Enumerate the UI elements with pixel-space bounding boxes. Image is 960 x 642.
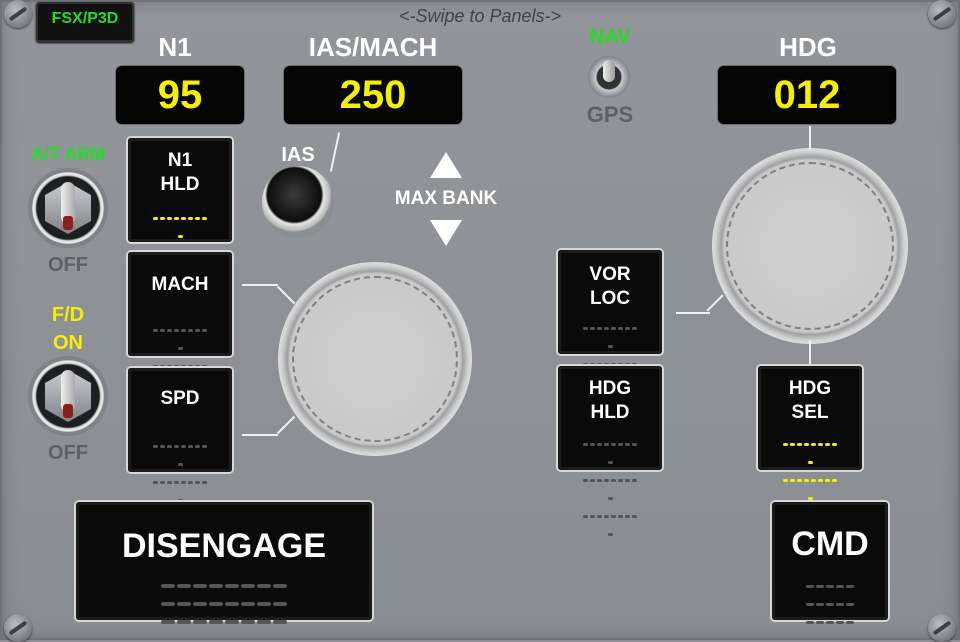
spd-button[interactable]: SPD	[128, 368, 232, 538]
screw-top-left	[4, 0, 32, 28]
screw-bottom-left	[4, 614, 32, 642]
fd-toggle[interactable]	[28, 356, 108, 436]
heading-select-knob[interactable]	[712, 148, 908, 344]
fd-off-label: OFF	[48, 442, 88, 464]
spd-label: SPD	[160, 388, 200, 409]
hdg-knob-top-line	[809, 126, 811, 150]
fd-label: F/D	[51, 304, 85, 326]
hdg-sel-button[interactable]: HDG SEL	[758, 366, 862, 536]
at-arm-toggle[interactable]	[28, 168, 108, 248]
vor-loc-leader-line	[676, 312, 710, 314]
hdg-hld-line1: HDG	[588, 378, 632, 399]
speed-select-knob[interactable]	[278, 262, 472, 456]
mach-leader-line	[242, 284, 278, 286]
vor-loc-line1: VOR	[589, 264, 631, 285]
hdg-knob-bottom-line	[809, 340, 811, 366]
max-bank-up-arrow[interactable]	[430, 152, 462, 178]
vor-loc-button[interactable]: VOR LOC	[558, 250, 662, 420]
hdg-hld-line2: HLD	[590, 402, 630, 423]
screw-top-right	[928, 0, 956, 28]
n1-hld-line2: HLD	[160, 174, 200, 195]
disengage-annunciator	[149, 576, 299, 630]
cmd-label: CMD	[791, 525, 869, 563]
ias-button-label: IAS	[281, 144, 315, 166]
swipe-hint: <-Swipe to Panels->	[398, 6, 562, 26]
cmd-button[interactable]: CMD	[772, 502, 888, 624]
nav-label: NAV	[589, 26, 631, 48]
cmd-annunciator	[799, 576, 861, 630]
vor-loc-line2: LOC	[589, 288, 631, 309]
ias-mach-display: 250	[284, 66, 462, 124]
n1-hld-line1: N1	[167, 150, 193, 171]
hdg-display: 012	[718, 66, 896, 124]
gps-label: GPS	[586, 102, 634, 127]
at-arm-off-label: OFF	[48, 254, 88, 276]
mach-label: MACH	[151, 274, 209, 295]
fd-on-label: ON	[53, 332, 83, 354]
ias-mach-label: IAS/MACH	[308, 32, 438, 62]
hdg-label: HDG	[779, 32, 837, 62]
max-bank-label: MAX BANK	[394, 188, 498, 209]
n1-display: 95	[116, 66, 244, 124]
ias-push-button[interactable]	[262, 166, 334, 238]
sim-select-label: FSX/P3D	[51, 10, 119, 27]
screw-bottom-right	[928, 614, 956, 642]
mach-button[interactable]: MACH	[128, 252, 232, 422]
nav-gps-switch[interactable]	[588, 56, 630, 98]
max-bank-down-arrow[interactable]	[430, 220, 462, 246]
spd-leader-line	[242, 434, 278, 436]
hdg-hld-button[interactable]: HDG HLD	[558, 366, 662, 536]
n1-label: N1	[158, 32, 192, 62]
hdg-hld-annunciator	[582, 434, 638, 542]
n1-hld-button[interactable]: N1 HLD	[128, 138, 232, 310]
disengage-label: DISENGAGE	[121, 527, 327, 565]
disengage-button[interactable]: DISENGAGE	[76, 502, 372, 624]
hdg-sel-line1: HDG	[788, 378, 832, 399]
hdg-sel-line2: SEL	[791, 402, 829, 423]
at-arm-label: A/T ARM	[30, 144, 106, 164]
